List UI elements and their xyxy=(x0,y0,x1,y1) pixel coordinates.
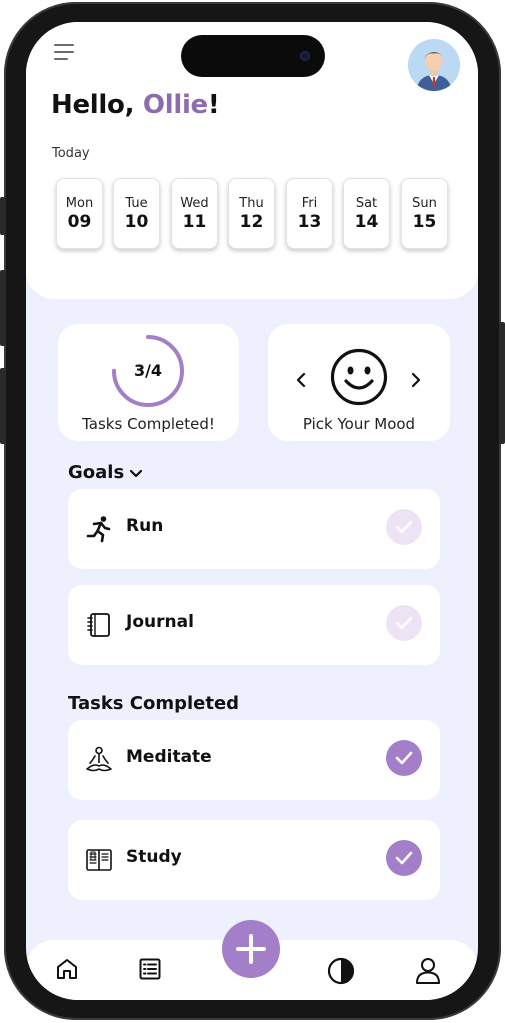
task-checkbox[interactable] xyxy=(386,740,422,776)
day-date: 13 xyxy=(297,212,322,232)
open-book-icon xyxy=(86,849,112,871)
volume-down-button xyxy=(0,368,6,444)
avatar[interactable] xyxy=(408,39,460,91)
home-icon[interactable] xyxy=(55,957,79,981)
day-date: 11 xyxy=(182,212,207,232)
day-name: Tue xyxy=(125,196,148,211)
day-fri[interactable]: Fri 13 xyxy=(286,178,333,249)
running-person-icon xyxy=(86,516,111,543)
day-date: 14 xyxy=(354,212,379,232)
volume-up-button xyxy=(0,270,6,346)
day-date: 10 xyxy=(124,212,149,232)
app-screen: Hello, Ollie! Today Mon 09 Tue 10 Wed 11 Th… xyxy=(26,22,478,1000)
goals-heading[interactable]: Goals xyxy=(68,462,124,483)
goal-checkbox[interactable] xyxy=(386,605,422,641)
day-name: Sat xyxy=(355,196,378,211)
stats-icon[interactable] xyxy=(327,957,355,985)
tasks-progress-card[interactable]: 3/4 Tasks Completed! xyxy=(58,324,239,441)
check-icon xyxy=(395,616,413,630)
goal-label: Run xyxy=(126,516,164,536)
check-icon xyxy=(395,851,413,865)
camera-icon xyxy=(300,51,310,61)
task-label: Study xyxy=(126,847,182,867)
goal-row-journal[interactable]: Journal xyxy=(68,585,440,665)
completed-row-study[interactable]: Study xyxy=(68,820,440,900)
mood-label: Pick Your Mood xyxy=(302,415,416,433)
profile-icon[interactable] xyxy=(415,957,441,985)
goal-checkbox[interactable] xyxy=(386,509,422,545)
greeting-prefix: Hello, xyxy=(51,90,143,120)
day-mon[interactable]: Mon 09 xyxy=(56,178,103,249)
add-button[interactable] xyxy=(222,920,280,978)
menu-icon[interactable] xyxy=(54,44,76,62)
day-sat[interactable]: Sat 14 xyxy=(343,178,390,249)
day-name: Wed xyxy=(180,196,209,211)
check-icon xyxy=(395,751,413,765)
user-name: Ollie xyxy=(142,90,208,120)
day-date: 12 xyxy=(239,212,264,232)
day-name: Mon xyxy=(65,196,94,211)
task-checkbox[interactable] xyxy=(386,840,422,876)
today-label: Today xyxy=(52,146,90,161)
day-name: Fri xyxy=(301,196,318,211)
completed-row-meditate[interactable]: Meditate xyxy=(68,720,440,800)
progress-value: 3/4 xyxy=(133,361,163,380)
notebook-icon xyxy=(87,613,110,637)
day-thu[interactable]: Thu 12 xyxy=(228,178,275,249)
week-day-picker: Mon 09 Tue 10 Wed 11 Thu 12 Fri 13 Sat 14 Sun 1… xyxy=(56,178,452,250)
header-card: Hello, Ollie! Today Mon 09 Tue 10 Wed 11 Th… xyxy=(26,22,478,299)
goal-label: Journal xyxy=(126,612,194,632)
task-label: Meditate xyxy=(126,747,212,767)
add-icon xyxy=(236,934,266,964)
day-date: 15 xyxy=(412,212,437,232)
chevron-left-icon[interactable] xyxy=(295,372,307,388)
tasks-completed-heading: Tasks Completed xyxy=(68,693,240,714)
chevron-down-icon[interactable] xyxy=(129,469,143,479)
greeting-heading: Hello, Ollie! xyxy=(51,90,220,120)
check-icon xyxy=(395,520,413,534)
power-button xyxy=(499,322,505,444)
list-icon[interactable] xyxy=(138,957,162,981)
day-tue[interactable]: Tue 10 xyxy=(113,178,160,249)
greeting-suffix: ! xyxy=(207,90,220,120)
smiley-face-icon[interactable] xyxy=(330,348,388,406)
chevron-right-icon[interactable] xyxy=(410,372,422,388)
meditation-icon xyxy=(86,746,112,772)
day-date: 09 xyxy=(67,212,92,232)
dynamic-island xyxy=(181,35,325,77)
day-name: Sun xyxy=(412,196,437,211)
day-sun[interactable]: Sun 15 xyxy=(401,178,448,249)
day-name: Thu xyxy=(239,196,264,211)
day-wed[interactable]: Wed 11 xyxy=(171,178,218,249)
mood-picker-card: Pick Your Mood xyxy=(268,324,450,441)
action-button xyxy=(0,197,6,235)
goal-row-run[interactable]: Run xyxy=(68,489,440,569)
progress-label: Tasks Completed! xyxy=(82,415,215,433)
